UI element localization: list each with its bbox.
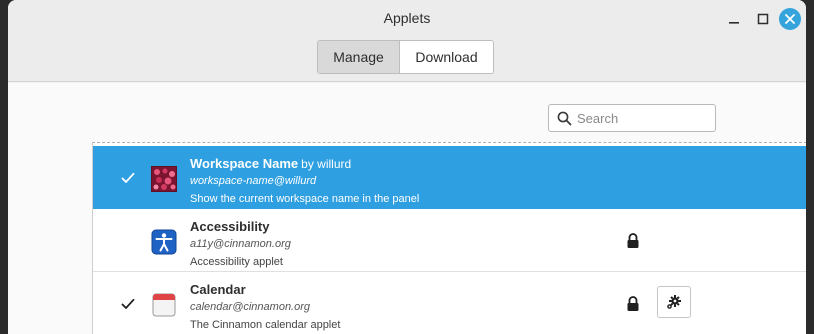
lock-icon xyxy=(627,296,639,311)
minimize-icon xyxy=(729,22,739,24)
search-box[interactable] xyxy=(548,104,716,132)
enabled-check-icon xyxy=(121,298,135,309)
maximize-button[interactable] xyxy=(753,9,773,29)
window-title: Applets xyxy=(383,10,431,26)
accessibility-icon xyxy=(151,229,177,255)
search-input[interactable] xyxy=(577,105,713,131)
applet-uuid: workspace-name@willurd xyxy=(190,175,317,187)
applet-name-row: Workspace Name by willurd xyxy=(190,156,351,171)
applet-description: Accessibility applet xyxy=(190,256,283,268)
applets-window: Applets Manage Download Search Workspace… xyxy=(8,0,806,334)
applet-name: Accessibility xyxy=(190,219,270,234)
view-switcher: Manage Download xyxy=(317,40,494,74)
applet-description: The Cinnamon calendar applet xyxy=(190,319,341,331)
maximize-icon xyxy=(757,13,769,25)
applet-uuid: calendar@cinnamon.org xyxy=(190,301,311,313)
search-icon xyxy=(557,111,572,126)
tab-manage[interactable]: Manage xyxy=(318,41,400,73)
close-icon xyxy=(785,14,795,24)
applet-description: Show the current workspace name in the p… xyxy=(190,193,420,205)
applet-row-calendar[interactable]: Calendar calendar@cinnamon.org The Cinna… xyxy=(93,272,806,334)
manage-panel: Workspace Nameby willurd workspace-name@… xyxy=(8,83,806,334)
applet-row-accessibility[interactable]: Accessibility a11y@cinnamon.org Accessib… xyxy=(93,209,806,272)
lock-icon xyxy=(627,233,639,248)
applet-uuid: a11y@cinnamon.org xyxy=(190,238,291,250)
enabled-check-icon xyxy=(121,172,135,183)
configure-button[interactable] xyxy=(657,286,691,318)
workspace-name-icon xyxy=(151,166,177,192)
applet-name: Workspace Name xyxy=(190,156,299,171)
applet-row-workspace-name[interactable]: Workspace Name by willurd workspace-name@… xyxy=(93,146,806,209)
gear-icon xyxy=(667,295,681,309)
applet-author: by willurd xyxy=(301,157,352,171)
calendar-icon xyxy=(152,293,176,317)
close-button[interactable] xyxy=(779,8,801,30)
applet-list[interactable]: Workspace Name by willurd workspace-name@… xyxy=(92,142,806,334)
applet-name: Calendar xyxy=(190,282,246,297)
minimize-button[interactable] xyxy=(724,9,744,29)
titlebar: Applets Manage Download xyxy=(8,0,806,82)
tab-download[interactable]: Download xyxy=(400,41,493,73)
